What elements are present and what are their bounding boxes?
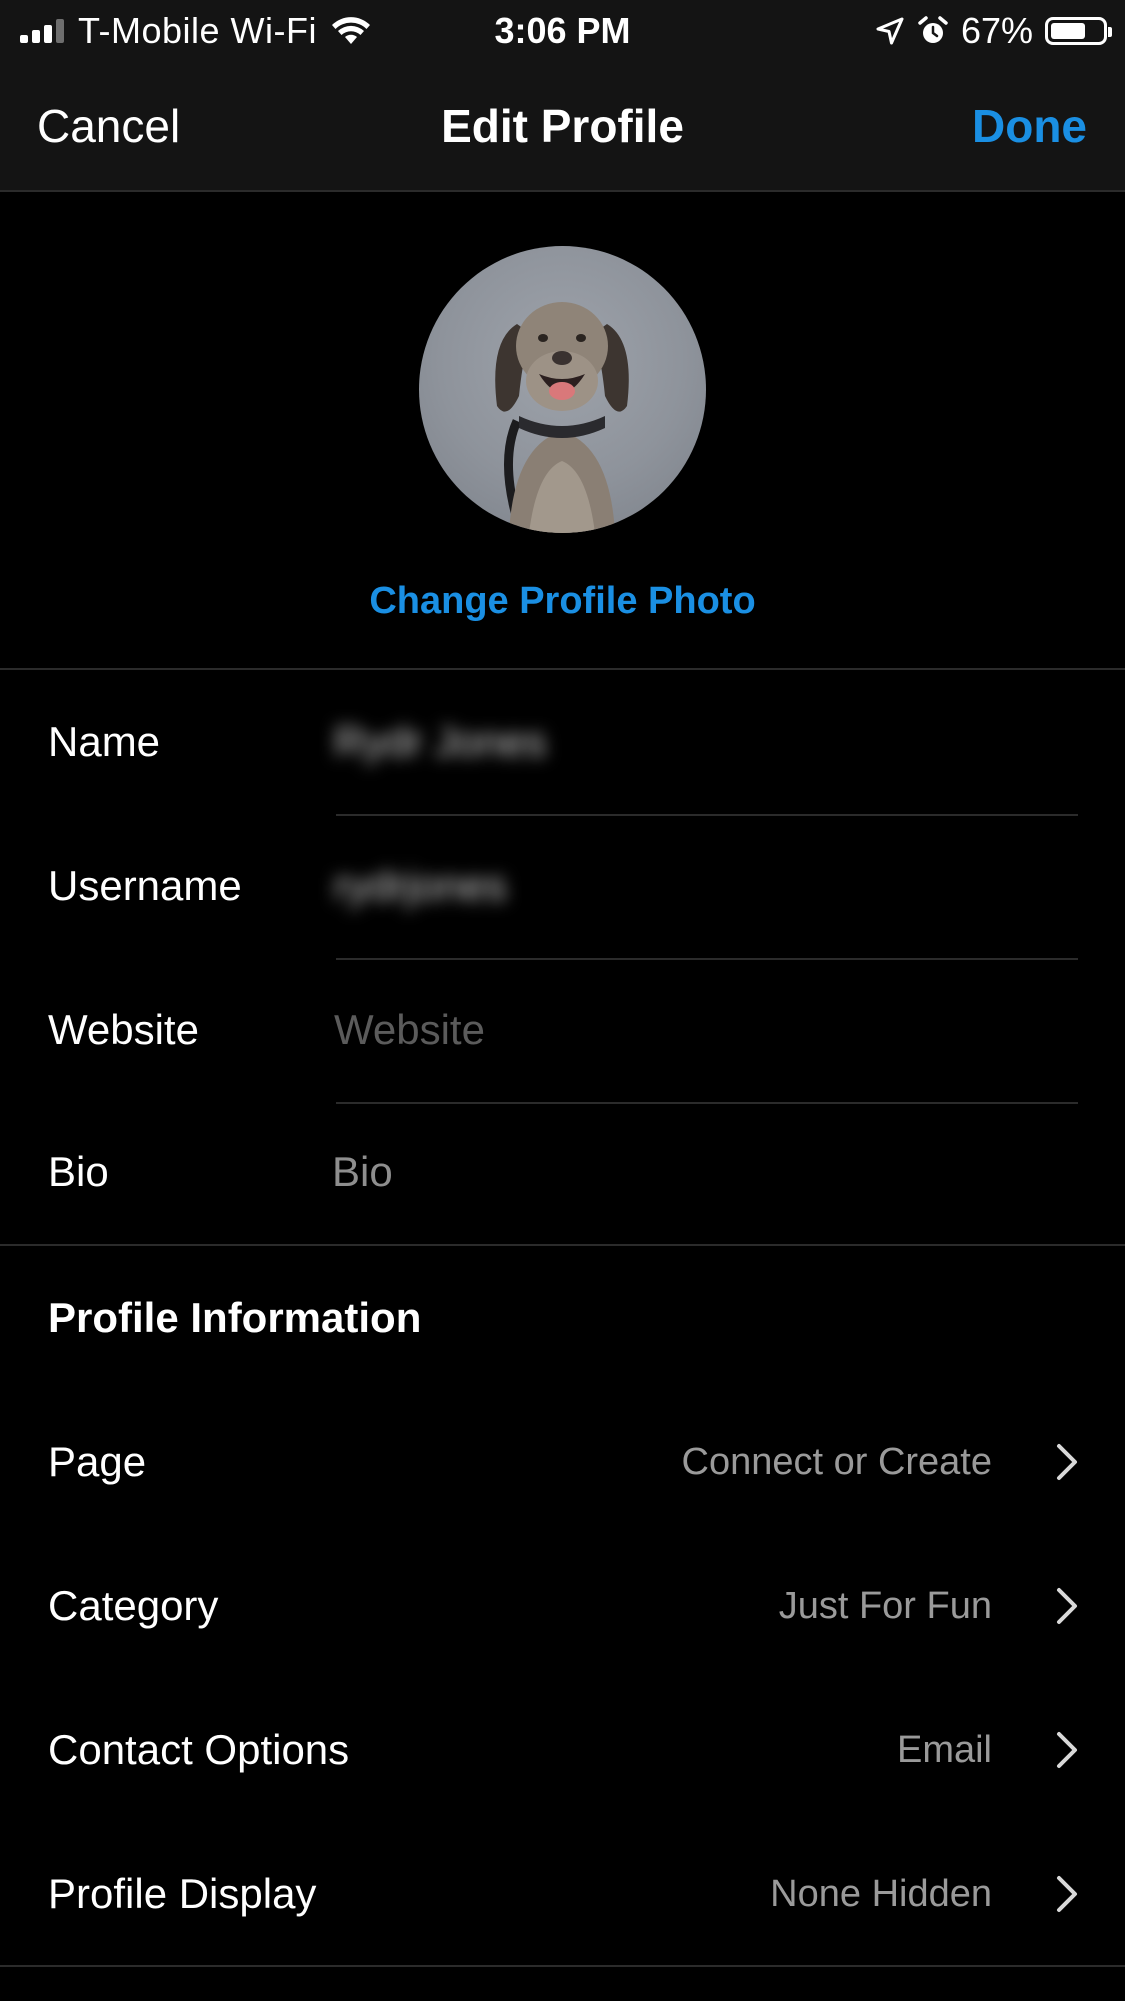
done-button[interactable]: Done: [972, 96, 1087, 156]
battery-cap: [1108, 27, 1112, 37]
category-label: Category: [48, 1582, 219, 1629]
alarm-icon: [918, 16, 948, 43]
bio-field-row: Bio Bio: [0, 1102, 1125, 1246]
contact-options-value: Email: [896, 1729, 992, 1771]
username-label: Username: [48, 862, 242, 909]
bio-label: Bio: [48, 1148, 109, 1195]
page-value: Connect or Create: [681, 1441, 993, 1483]
page-row[interactable]: Page Connect or Create: [0, 1390, 1125, 1534]
page-title: Edit Profile: [441, 100, 684, 152]
website-field-row: Website Website: [0, 960, 1125, 1104]
chevron-right-icon: [1057, 1876, 1077, 1912]
battery-percent: 67%: [960, 10, 1033, 51]
avatar[interactable]: [419, 246, 706, 533]
status-bar: T-Mobile Wi-Fi 3:06 PM 67%: [0, 0, 1125, 64]
profile-information-heading: Profile Information: [48, 1294, 422, 1341]
profile-display-value: None Hidden: [770, 1873, 992, 1915]
chevron-right-icon: [1057, 1444, 1077, 1480]
battery-level-fill: [1051, 23, 1085, 39]
category-value: Just For Fun: [778, 1585, 992, 1627]
location-arrow-icon: [876, 17, 904, 45]
change-profile-photo-button[interactable]: Change Profile Photo: [0, 576, 1125, 626]
battery-icon: [1045, 17, 1112, 45]
contact-options-label: Contact Options: [48, 1726, 350, 1773]
profile-photo-section: Change Profile Photo: [0, 192, 1125, 670]
profile-display-row[interactable]: Profile Display None Hidden: [0, 1822, 1125, 1966]
name-field[interactable]: Rydr Jones: [334, 714, 546, 770]
name-label: Name: [48, 718, 161, 765]
profile-display-label: Profile Display: [48, 1870, 317, 1917]
page-label: Page: [48, 1438, 147, 1485]
chevron-right-icon: [1057, 1588, 1077, 1624]
bottom-divider: [0, 1965, 1125, 1967]
contact-options-row[interactable]: Contact Options Email: [0, 1678, 1125, 1822]
chevron-right-icon: [1057, 1732, 1077, 1768]
name-field-row: Name Rydr Jones: [0, 672, 1125, 816]
website-label: Website: [48, 1006, 199, 1053]
status-bar-right: 67%: [875, 10, 1112, 52]
bio-field[interactable]: Bio: [332, 1144, 393, 1200]
section-divider: [0, 1244, 1125, 1246]
website-field[interactable]: Website: [334, 1002, 485, 1058]
username-field[interactable]: rydrjones: [334, 858, 507, 914]
top-bar-area: T-Mobile Wi-Fi 3:06 PM 67% Cancel Edit P…: [0, 0, 1125, 192]
dog-photo: [495, 302, 629, 533]
category-row[interactable]: Category Just For Fun: [0, 1534, 1125, 1678]
nav-header: Cancel Edit Profile Done: [0, 64, 1125, 192]
username-field-row: Username rydrjones: [0, 816, 1125, 960]
